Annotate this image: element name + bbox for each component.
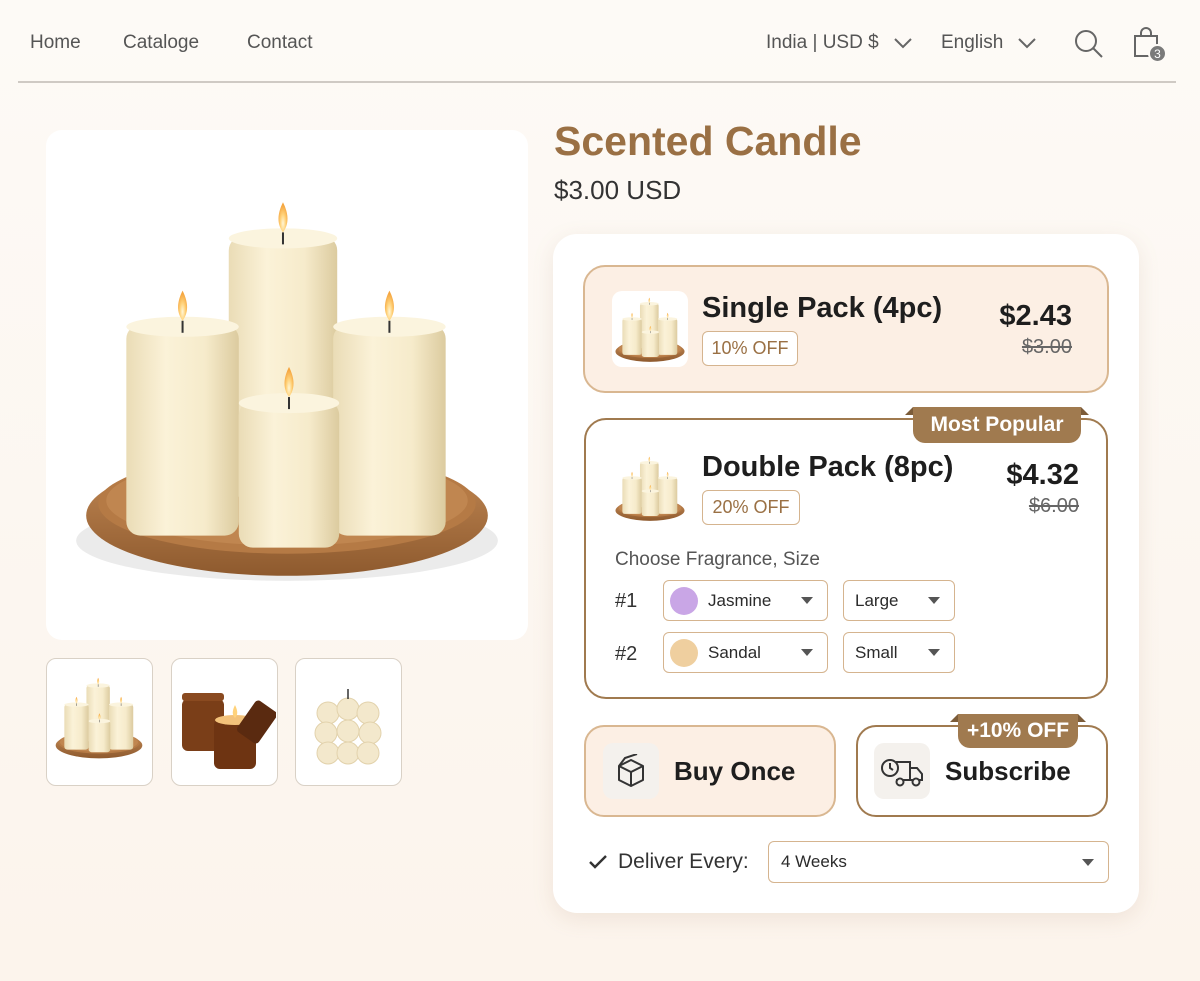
double-pack-discount-badge: 20% OFF: [702, 490, 800, 525]
caret-down-icon: [1082, 859, 1094, 866]
cart-button[interactable]: 3: [1132, 26, 1172, 66]
caret-down-icon: [928, 597, 940, 604]
box-icon: [618, 754, 644, 787]
jar-candles-thumb-image: [182, 693, 277, 769]
caret-down-icon: [801, 597, 813, 604]
candle-set-thumb-image: [615, 297, 685, 362]
chevron-down-icon: [1018, 38, 1037, 49]
candle-set-thumb-image: [615, 456, 685, 521]
gallery-thumb-candle-set[interactable]: [46, 658, 153, 786]
row-number: #1: [615, 590, 638, 612]
candle-set-thumb-image: [55, 677, 143, 759]
size-value: Large: [855, 590, 899, 610]
checkmark-icon: [589, 855, 607, 869]
delivery-truck-icon-wrapper: [874, 743, 930, 799]
region-currency-label: India | USD $: [766, 32, 879, 53]
single-pack-name: Single Pack (4pc): [702, 292, 943, 324]
choose-fragrance-size-label: Choose Fragrance, Size: [615, 549, 820, 570]
cart-count-badge: 3: [1148, 44, 1167, 63]
row-number: #2: [615, 643, 638, 665]
nav-home-link[interactable]: Home: [30, 32, 81, 54]
deliver-every-label-group: Deliver Every:: [588, 850, 749, 874]
subscribe-discount-ribbon: +10% OFF: [950, 714, 1086, 748]
gallery-thumb-bubble-candle[interactable]: [295, 658, 402, 786]
language-select[interactable]: English: [941, 32, 1037, 54]
gallery-thumb-jar-candles[interactable]: [171, 658, 278, 786]
double-pack-name: Double Pack (8pc): [702, 451, 954, 483]
product-title: Scented Candle: [554, 118, 862, 164]
fragrance-select-2[interactable]: Sandal: [663, 632, 828, 673]
delivery-frequency-select[interactable]: 4 Weeks: [768, 841, 1109, 883]
nav-catalog-link[interactable]: Cataloge: [123, 32, 199, 54]
product-price: $3.00 USD: [554, 175, 682, 205]
buy-once-label: Buy Once: [674, 756, 796, 786]
fragrance-value: Jasmine: [708, 590, 772, 610]
single-pack-discount-badge: 10% OFF: [702, 331, 798, 366]
nav-contact-link[interactable]: Contact: [247, 32, 312, 54]
fragrance-swatch: [670, 638, 698, 667]
language-label: English: [941, 32, 1004, 53]
size-select-1[interactable]: Large: [843, 580, 955, 621]
fragrance-select-1[interactable]: Jasmine: [663, 580, 828, 621]
single-pack-thumb: [612, 291, 688, 367]
region-currency-select[interactable]: India | USD $: [766, 32, 913, 54]
size-value: Small: [855, 642, 898, 662]
subscribe-label: Subscribe: [945, 756, 1071, 786]
double-pack-thumb: [612, 450, 688, 526]
size-select-2[interactable]: Small: [843, 632, 955, 673]
chevron-down-icon: [893, 38, 912, 49]
caret-down-icon: [801, 649, 813, 656]
double-pack-original-price: $6.00: [1028, 495, 1079, 517]
most-popular-ribbon: Most Popular: [905, 407, 1089, 443]
top-nav: Home Cataloge Contact India | USD $ Engl…: [18, 0, 1176, 83]
bubble-candle-thumb-image: [314, 689, 382, 765]
delivery-frequency-value: 4 Weeks: [781, 852, 847, 871]
deliver-every-label: Deliver Every:: [618, 850, 749, 873]
double-pack-price: $4.32: [1006, 459, 1079, 491]
single-pack-price: $2.43: [999, 300, 1072, 332]
caret-down-icon: [928, 649, 940, 656]
main-product-image[interactable]: [46, 130, 528, 640]
candle-set-image: [76, 201, 498, 581]
search-icon: [1075, 30, 1103, 58]
delivery-truck-icon: [881, 759, 923, 787]
search-button[interactable]: [1074, 29, 1104, 59]
box-icon-wrapper: [603, 743, 659, 799]
fragrance-value: Sandal: [708, 642, 761, 662]
single-pack-original-price: $3.00: [1021, 336, 1072, 358]
fragrance-swatch: [670, 586, 698, 615]
